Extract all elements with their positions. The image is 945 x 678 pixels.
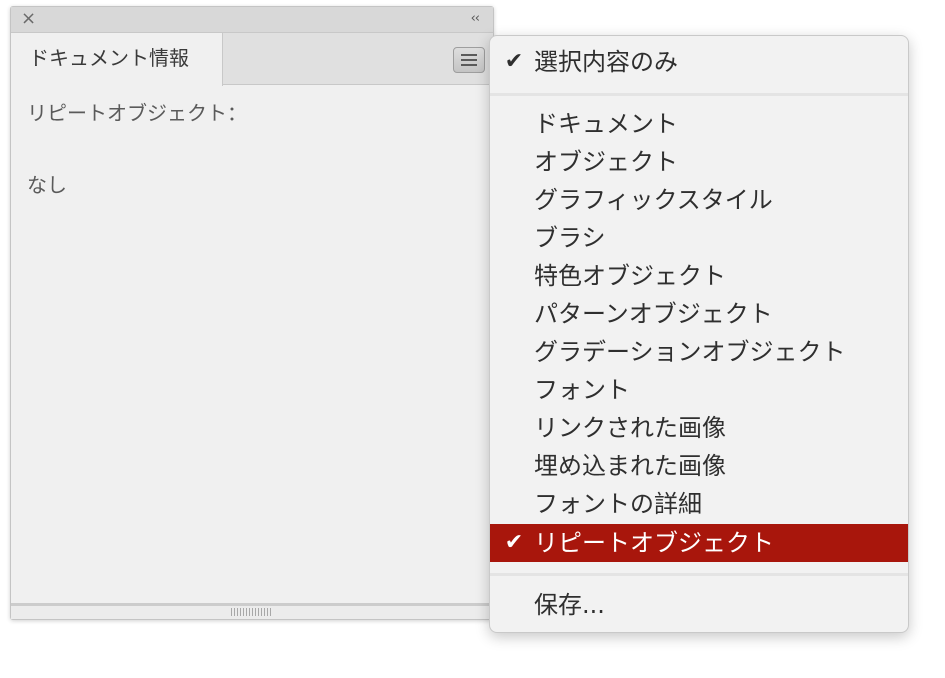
menu-item-label: ドキュメント xyxy=(534,110,678,138)
tab-strip: ドキュメント情報 xyxy=(11,33,493,86)
info-label: リピートオブジェクト： xyxy=(27,101,247,125)
menu-item-label: フォント xyxy=(534,376,630,404)
menu-item-label: グラデーションオブジェクト xyxy=(534,338,846,366)
checkmark-icon: ✔ xyxy=(504,530,524,555)
menu-item-label: パターンオブジェクト xyxy=(534,300,773,328)
panel-titlebar: × ‹‹ xyxy=(11,7,493,33)
menu-item-gradient-object[interactable]: グラデーションオブジェクト xyxy=(490,333,908,371)
menu-item-spot-color-object[interactable]: 特色オブジェクト xyxy=(490,257,908,295)
close-icon[interactable]: × xyxy=(21,10,36,28)
collapse-panel-icon[interactable]: ‹‹ xyxy=(471,10,480,28)
menu-item-label: 埋め込まれた画像 xyxy=(534,452,726,480)
menu-item-repeat-object[interactable]: ✔ リピートオブジェクト xyxy=(490,524,908,562)
menu-item-save[interactable]: 保存... xyxy=(490,586,908,624)
resize-grip-icon[interactable] xyxy=(231,608,271,616)
panel-bottom-bar xyxy=(11,603,493,619)
menu-item-label: グラフィックスタイル xyxy=(534,186,773,214)
menu-item-graphic-style[interactable]: グラフィックスタイル xyxy=(490,181,908,219)
menu-item-selection-only[interactable]: ✔ 選択内容のみ xyxy=(490,43,908,81)
hamburger-icon-line xyxy=(461,64,477,66)
panel-menu-button[interactable] xyxy=(453,47,485,73)
hamburger-icon-line xyxy=(461,54,477,56)
document-info-panel: × ‹‹ ドキュメント情報 リピートオブジェクト： なし xyxy=(10,6,494,620)
menu-separator xyxy=(490,573,908,576)
panel-content: リピートオブジェクト： なし xyxy=(27,99,467,199)
menu-item-label: ブラシ xyxy=(534,224,606,252)
menu-item-label: 特色オブジェクト xyxy=(534,262,726,290)
menu-item-document[interactable]: ドキュメント xyxy=(490,105,908,143)
menu-item-label: リンクされた画像 xyxy=(534,414,726,442)
menu-separator xyxy=(490,93,908,96)
checkmark-icon: ✔ xyxy=(504,49,524,74)
menu-item-label: フォントの詳細 xyxy=(534,490,702,518)
hamburger-icon-line xyxy=(461,59,477,61)
menu-item-brush[interactable]: ブラシ xyxy=(490,219,908,257)
menu-item-linked-images[interactable]: リンクされた画像 xyxy=(490,409,908,447)
menu-item-label: オブジェクト xyxy=(534,148,678,176)
menu-item-font-details[interactable]: フォントの詳細 xyxy=(490,485,908,523)
tab-document-info[interactable]: ドキュメント情報 xyxy=(11,33,223,86)
menu-item-font[interactable]: フォント xyxy=(490,371,908,409)
menu-item-object[interactable]: オブジェクト xyxy=(490,143,908,181)
menu-item-embedded-images[interactable]: 埋め込まれた画像 xyxy=(490,447,908,485)
panel-flyout-menu: ✔ 選択内容のみ ドキュメント オブジェクト グラフィックスタイル ブラシ 特色… xyxy=(489,35,909,633)
menu-item-label: 保存... xyxy=(534,591,605,619)
menu-item-pattern-object[interactable]: パターンオブジェクト xyxy=(490,295,908,333)
menu-item-label: 選択内容のみ xyxy=(534,48,678,76)
info-value: なし xyxy=(27,173,67,197)
menu-item-label: リピートオブジェクト xyxy=(534,529,774,557)
